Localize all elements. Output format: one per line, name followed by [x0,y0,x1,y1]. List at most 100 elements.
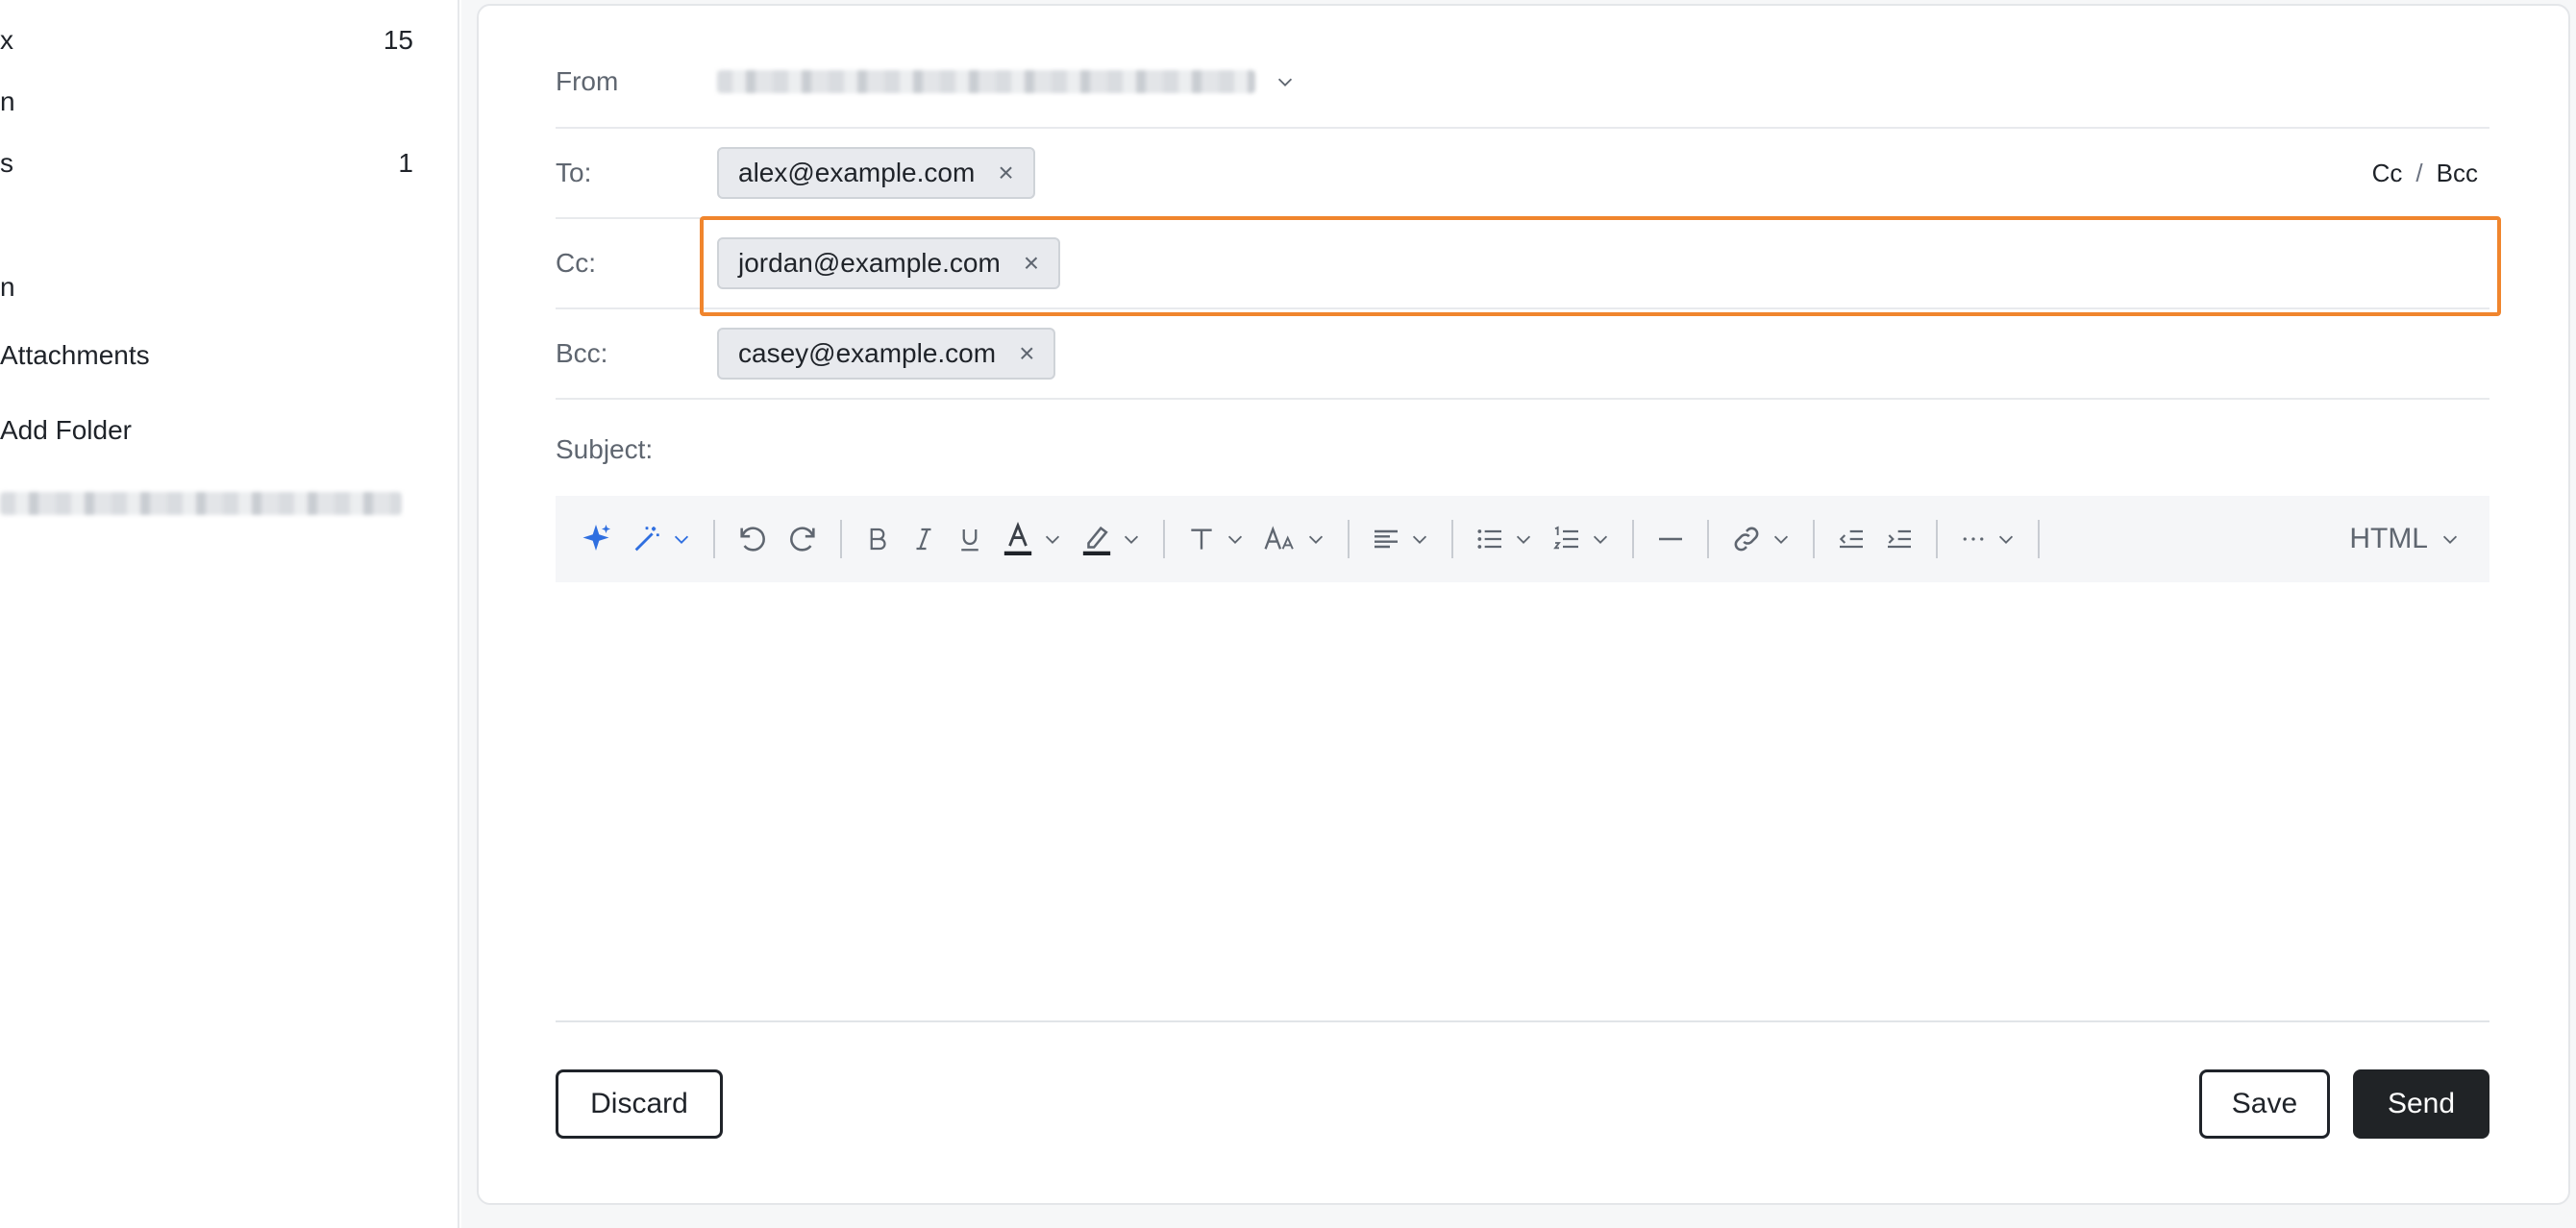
sidebar-item-label: x [0,25,13,55]
sidebar-item-4[interactable]: n [0,268,413,307]
link-icon [1734,527,1759,552]
editor-bottom-divider [556,1020,2489,1022]
toolbar-divider [1707,520,1709,558]
subject-label: Subject: [556,434,654,464]
indent-icon [1888,529,1911,549]
more-options-dropdown[interactable] [1959,510,2017,568]
remove-recipient-icon[interactable]: × [1024,250,1039,277]
message-body-editor[interactable] [556,582,2489,1020]
recipient-chip[interactable]: alex@example.com × [717,147,1035,199]
recipient-chip[interactable]: casey@example.com × [717,328,1056,380]
undo-button[interactable] [736,510,769,568]
numbered-list-icon [1553,526,1578,550]
sidebar-item-count: 1 [398,148,413,178]
align-left-icon [1375,529,1398,549]
redo-button[interactable] [786,510,819,568]
bold-button[interactable] [863,510,892,568]
underline-icon [961,529,978,552]
outdent-button[interactable] [1836,510,1867,568]
cc-bcc-separator: / [2415,158,2423,187]
from-address-redacted[interactable] [717,70,1255,93]
font-family-icon [1191,528,1212,550]
to-label: To: [556,158,592,187]
bullet-list-dropdown[interactable] [1474,510,1534,568]
bullet-list-icon [1477,529,1501,549]
cc-toggle-link[interactable]: Cc [2372,159,2403,187]
account-address-redacted [0,492,402,515]
format-select-value: HTML [2349,523,2428,554]
text-color-icon [1003,522,1032,555]
bcc-toggle-link[interactable]: Bcc [2437,159,2478,187]
horizontal-rule-button[interactable] [1655,510,1686,568]
chevron-down-icon [1516,535,1531,544]
numbered-list-dropdown[interactable] [1551,510,1611,568]
toolbar-divider [2038,520,2040,558]
discard-button[interactable]: Discard [556,1069,723,1139]
sidebar-item-label: s [0,148,13,178]
chevron-down-icon[interactable] [1275,71,1296,92]
sidebar-item-label: Attachments [0,340,150,370]
sidebar-item-2[interactable]: n [0,83,413,121]
horizontal-rule-icon [1659,537,1682,541]
italic-button[interactable] [909,510,938,568]
more-icon [1963,537,1984,541]
remove-recipient-icon[interactable]: × [1019,340,1034,367]
sidebar-item-attachments[interactable]: Attachments [0,336,413,375]
bcc-label: Bcc: [556,338,608,368]
sidebar-item-label: Add Folder [0,415,132,445]
chevron-down-icon [1773,535,1789,544]
editor-toolbar: HTML [556,496,2489,582]
link-dropdown[interactable] [1730,510,1792,568]
toolbar-divider [1451,520,1453,558]
highlight-color-dropdown[interactable] [1080,510,1142,568]
from-label: From [556,66,619,96]
chevron-down-icon [2442,535,2458,544]
sidebar-item-label: n [0,86,15,116]
toolbar-divider [840,520,842,558]
from-row: From [556,37,2489,129]
underline-button[interactable] [955,510,984,568]
chevron-down-icon [1308,535,1324,544]
ai-sparkle-button[interactable] [579,510,613,568]
magic-wand-icon [634,527,659,552]
toolbar-divider [1348,520,1350,558]
recipient-email: casey@example.com [738,338,997,368]
font-size-icon [1264,526,1294,550]
align-dropdown[interactable] [1371,510,1430,568]
indent-button[interactable] [1884,510,1915,568]
cc-row: Cc: jordan@example.com × [556,219,2489,309]
toolbar-divider [1813,520,1815,558]
ai-wand-dropdown[interactable] [631,510,692,568]
cc-bcc-toggle: Cc / Bcc [2372,159,2478,188]
redo-icon [790,527,815,552]
subject-input[interactable] [717,421,2489,479]
toolbar-divider [713,520,715,558]
outdent-icon [1839,529,1863,549]
toolbar-divider [1632,520,1634,558]
format-select[interactable]: HTML [2349,510,2461,568]
undo-icon [740,527,765,552]
to-row: To: alex@example.com × Cc / Bcc [556,129,2489,219]
sidebar-item-count: 15 [383,25,413,55]
send-button[interactable]: Send [2353,1069,2489,1139]
sidebar-add-folder[interactable]: Add Folder [0,411,413,450]
highlighter-icon [1082,526,1111,555]
bcc-row: Bcc: casey@example.com × [556,309,2489,400]
remove-recipient-icon[interactable]: × [998,160,1013,186]
recipient-email: alex@example.com [738,158,976,187]
chevron-down-icon [674,535,689,544]
sidebar: x 15 n s 1 n Attachments Add Folder [0,0,459,1228]
font-size-dropdown[interactable] [1263,510,1326,568]
chevron-down-icon [1412,535,1427,544]
chevron-down-icon [1124,535,1139,544]
cc-label: Cc: [556,248,596,278]
chevron-down-icon [1593,535,1608,544]
sidebar-item-3[interactable]: s 1 [0,144,413,183]
sidebar-item-label: n [0,272,15,302]
font-family-dropdown[interactable] [1186,510,1246,568]
text-color-dropdown[interactable] [1002,510,1063,568]
save-button[interactable]: Save [2199,1069,2330,1139]
recipient-chip[interactable]: jordan@example.com × [717,237,1061,289]
sparkle-icon [582,525,610,551]
sidebar-item-inbox[interactable]: x 15 [0,21,413,60]
